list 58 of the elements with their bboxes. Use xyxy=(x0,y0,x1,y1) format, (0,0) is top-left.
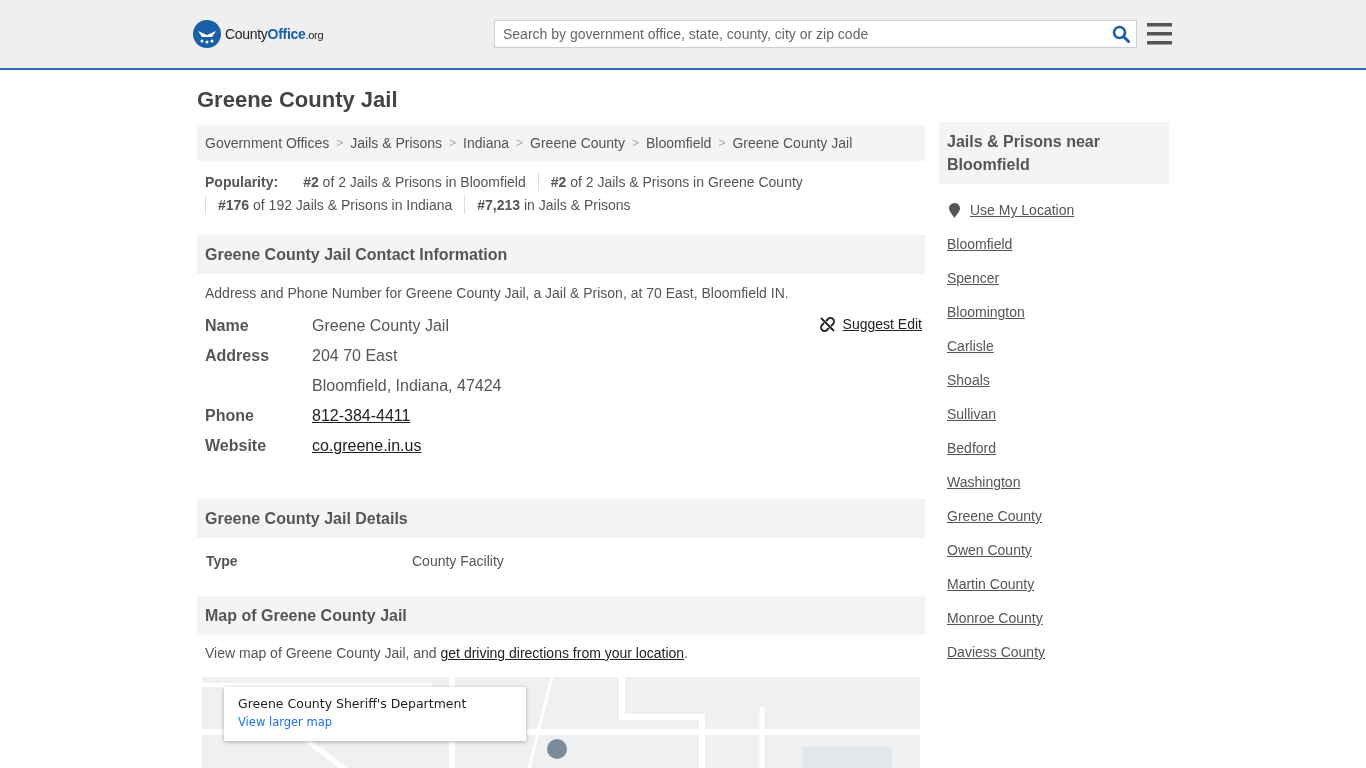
field-label: Website xyxy=(205,436,268,456)
field-label: Name xyxy=(205,316,250,336)
sidebar-heading: Jails & Prisons near Bloomfield xyxy=(939,122,1169,184)
nearby-link[interactable]: Greene County xyxy=(947,508,1161,524)
nearby-link[interactable]: Bedford xyxy=(947,440,1161,456)
search-field[interactable]: Search by government office, state, county, city or zip code xyxy=(494,20,1137,48)
menu-icon[interactable] xyxy=(1147,23,1172,45)
use-location-link[interactable]: Use My Location xyxy=(970,202,1075,218)
page-title: Greene County Jail xyxy=(197,87,399,113)
nearby-link[interactable]: Bloomfield xyxy=(947,236,1161,252)
popularity-rank: #7,213 in Jails & Prisons xyxy=(464,196,643,214)
popularity-rank: #2 of 2 Jails & Prisons in Greene County xyxy=(537,173,815,191)
field-link[interactable]: 812-384-4411 xyxy=(312,401,411,431)
field-label: Address xyxy=(205,346,271,366)
breadcrumb-link[interactable]: Indiana xyxy=(463,135,510,151)
nearby-link[interactable]: Carlisle xyxy=(947,338,1161,354)
popularity-label: Popularity: xyxy=(205,173,279,191)
breadcrumb-separator: > xyxy=(336,136,344,150)
breadcrumb-separator: > xyxy=(718,136,726,150)
site-logo[interactable]: CountyOffice.org xyxy=(225,26,324,42)
nearby-link[interactable]: Owen County xyxy=(947,542,1161,558)
nearby-link[interactable]: Monroe County xyxy=(947,610,1161,626)
breadcrumb-link[interactable]: Bloomfield xyxy=(646,135,712,151)
contact-description: Address and Phone Number for Greene County Jail, a Jail & Prison, at 70 East, Bloomfield IN. xyxy=(205,285,790,301)
broken-link-icon xyxy=(819,316,835,332)
field-link[interactable]: co.greene.in.us xyxy=(312,431,422,461)
breadcrumb-link[interactable]: Greene County xyxy=(530,135,625,151)
nearby-link[interactable]: Daviess County xyxy=(947,644,1161,660)
suggest-edit-link[interactable]: Suggest Edit xyxy=(819,316,922,332)
nearby-link[interactable]: Sullivan xyxy=(947,406,1161,422)
map-description: View map of Greene County Jail, and get driving directions from your location. xyxy=(205,645,689,661)
field-label: Type xyxy=(206,553,239,569)
field-value: 204 70 East xyxy=(312,346,399,366)
section-heading: Map of Greene County Jail xyxy=(197,596,925,635)
larger-map-link[interactable]: View larger map xyxy=(238,715,512,729)
section-heading: Greene County Jail Details xyxy=(197,499,925,538)
nearby-link[interactable]: Washington xyxy=(947,474,1161,490)
nearby-link[interactable]: Shoals xyxy=(947,372,1161,388)
nearby-link[interactable]: Bloomington xyxy=(947,304,1161,320)
breadcrumb-separator: > xyxy=(449,136,457,150)
section-heading: Greene County Jail Contact Information xyxy=(197,235,925,274)
nearby-link[interactable]: Martin County xyxy=(947,576,1161,592)
field-value: County Facility xyxy=(412,553,504,569)
popularity-rank: #2 of 2 Jails & Prisons in Bloomfield xyxy=(302,173,527,191)
popularity-rank: #176 of 192 Jails & Prisons in Indiana xyxy=(205,196,465,214)
breadcrumb-separator: > xyxy=(632,136,639,150)
field-value: Greene County Jail xyxy=(312,316,449,336)
breadcrumb-link[interactable]: Greene County Jail xyxy=(732,135,853,151)
breadcrumb-link[interactable]: Government Offices xyxy=(205,135,330,151)
field-value: Bloomfield, Indiana, 47424 xyxy=(312,376,502,396)
place-name: Greene County Sheriff's Department xyxy=(238,696,468,711)
breadcrumb-link[interactable]: Jails & Prisons xyxy=(350,135,443,151)
nearby-link[interactable]: Spencer xyxy=(947,270,1161,286)
location-pin-icon xyxy=(949,202,960,218)
breadcrumb-separator: > xyxy=(516,136,524,150)
directions-link[interactable]: get driving directions from your location xyxy=(440,645,685,661)
field-label: Phone xyxy=(205,406,255,426)
search-icon[interactable] xyxy=(1112,25,1130,43)
